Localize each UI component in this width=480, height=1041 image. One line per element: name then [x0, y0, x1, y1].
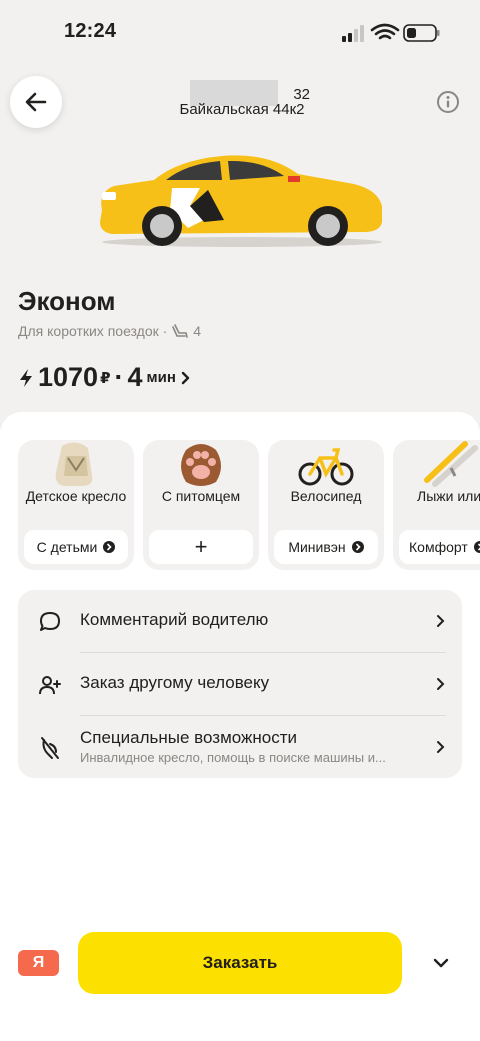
bicycle-icon [298, 448, 354, 486]
tariff-subtitle-text: Для коротких поездок · [18, 323, 168, 339]
back-button[interactable] [10, 76, 62, 128]
option-pet[interactable]: С питомцем + [143, 440, 259, 570]
payment-method-badge[interactable]: Я [18, 950, 59, 976]
options-carousel[interactable]: Детское кресло С детьми С питомцем + Вел… [18, 440, 480, 570]
lightning-icon [20, 368, 32, 387]
menu-item-label: Заказ другому человеку [80, 673, 270, 692]
option-label: Лыжи или сноуборд [417, 488, 480, 504]
menu-item-accessibility[interactable]: Специальные возможности Инвалидное кресл… [18, 716, 462, 778]
option-bicycle[interactable]: Велосипед Минивэн [268, 440, 384, 570]
chevron-right-icon [437, 678, 445, 690]
order-button[interactable]: Заказать [78, 932, 402, 994]
child-seat-icon [55, 442, 93, 486]
status-time: 12:24 [64, 20, 117, 42]
add-person-icon [39, 676, 61, 695]
option-button-comfort[interactable]: Комфорт [399, 530, 480, 564]
option-child-seat[interactable]: Детское кресло С детьми [18, 440, 134, 570]
accessibility-icon [41, 737, 59, 759]
option-button-minivan[interactable]: Минивэн [274, 530, 378, 564]
tariff-subtitle: Для коротких поездок · 4 [18, 323, 201, 339]
option-label: Велосипед [290, 488, 362, 504]
tariff-title: Эконом [18, 286, 116, 316]
price-separator: · [114, 362, 124, 392]
options-menu: Комментарий водителю Заказ другому челов… [18, 590, 462, 778]
route-from-text: 32 [293, 85, 310, 103]
option-label: С питомцем [161, 488, 241, 504]
option-ski[interactable]: Лыжи или сноуборд Комфорт [393, 440, 480, 570]
seats-count: 4 [193, 323, 202, 339]
chevron-right-icon[interactable] [180, 371, 192, 385]
chevron-circle-icon [351, 541, 364, 553]
signal-icon [342, 25, 364, 42]
chevron-right-icon [437, 615, 445, 627]
menu-item-label: Специальные возможности [80, 728, 298, 747]
menu-item-order-for-other[interactable]: Заказ другому человеку [18, 653, 462, 715]
chevron-circle-icon [473, 541, 480, 553]
chevron-down-icon[interactable] [428, 952, 454, 974]
price-currency: ₽ [100, 369, 111, 387]
arrow-left-icon [25, 92, 47, 112]
price-value: 1070 [38, 362, 99, 392]
eta-unit: мин [146, 369, 176, 386]
menu-item-comment[interactable]: Комментарий водителю [18, 590, 462, 652]
eta-value: 4 [127, 362, 143, 392]
speech-bubble-icon [40, 612, 60, 631]
car-image [100, 155, 382, 247]
option-label: Детское кресло [25, 488, 127, 504]
ski-icon [424, 441, 478, 487]
menu-item-sublabel: Инвалидное кресло, помощь в поиске машин… [80, 750, 386, 765]
chevron-right-icon [437, 741, 445, 753]
battery-icon [403, 24, 440, 42]
info-icon[interactable] [436, 90, 460, 114]
option-button-add-pet[interactable]: + [149, 530, 253, 564]
wifi-icon [370, 23, 400, 40]
chevron-circle-icon [103, 541, 116, 553]
plus-icon: + [194, 534, 208, 559]
menu-item-label: Комментарий водителю [80, 610, 269, 629]
status-icons [342, 23, 440, 42]
route-to[interactable]: Байкальская 44к2 [160, 101, 324, 118]
seat-icon [172, 324, 189, 338]
option-button-with-kids[interactable]: С детьми [24, 530, 128, 564]
price-line: 1070 ₽ · 4 мин [18, 362, 192, 393]
paw-icon [181, 444, 221, 486]
